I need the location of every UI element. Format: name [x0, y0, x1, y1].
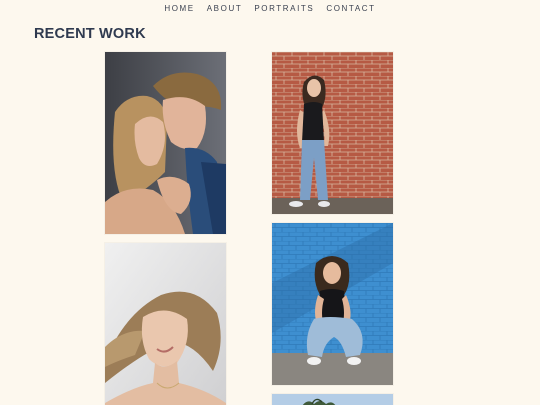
photo-couple[interactable]	[105, 52, 226, 234]
photo-windswept-hair-image	[105, 243, 226, 405]
photo-blue-wall[interactable]	[272, 223, 393, 385]
photo-blue-wall-image	[272, 223, 393, 385]
nav-contact-link[interactable]: CONTACT	[326, 4, 375, 13]
section-title: RECENT WORK	[34, 26, 146, 42]
photo-windswept-hair[interactable]	[105, 243, 226, 405]
top-nav: HOME ABOUT PORTRAITS CONTACT	[0, 4, 540, 13]
nav-about-link[interactable]: ABOUT	[207, 4, 243, 13]
photo-sky-trees[interactable]	[272, 394, 393, 405]
photo-couple-image	[105, 52, 226, 234]
nav-home-link[interactable]: HOME	[164, 4, 194, 13]
nav-portraits-link[interactable]: PORTRAITS	[254, 4, 314, 13]
photo-brick-wall-image	[272, 52, 393, 214]
photo-brick-wall[interactable]	[272, 52, 393, 214]
photo-sky-trees-image	[272, 394, 393, 405]
page: HOME ABOUT PORTRAITS CONTACT RECENT WORK	[0, 0, 540, 405]
